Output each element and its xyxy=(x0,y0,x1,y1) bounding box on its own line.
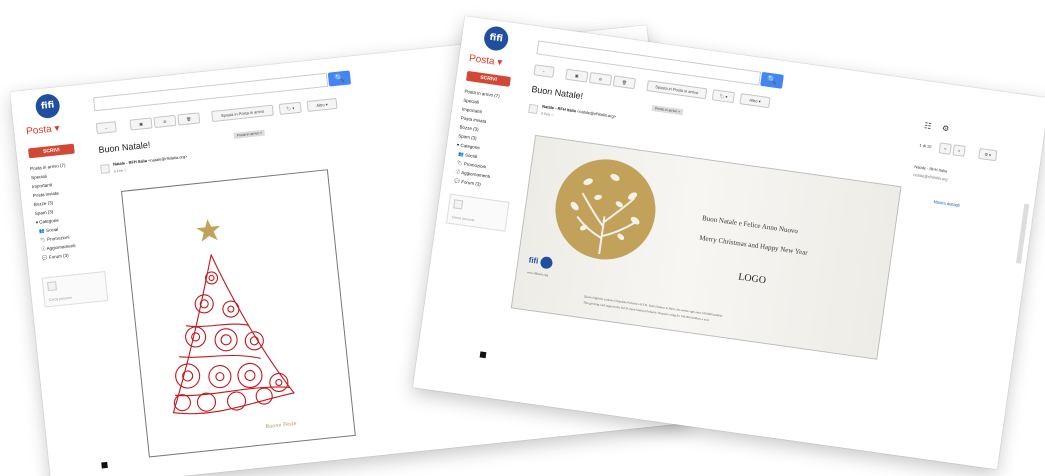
email-date: 8 Feb ☆ xyxy=(113,168,128,174)
app-menu[interactable]: Posta ▾ xyxy=(26,123,60,137)
sender-name[interactable]: Natale - RFH Italia <natale@rfhitalia.or… xyxy=(113,154,188,167)
scrollbar[interactable] xyxy=(1015,203,1030,264)
status-indicator xyxy=(101,461,108,469)
org-badge-icon xyxy=(539,255,554,270)
chat-search-input[interactable]: Cerca persone xyxy=(49,296,72,302)
search-icon: 🔍 xyxy=(333,73,345,83)
compose-button[interactable]: SCRIVI xyxy=(27,143,75,159)
report-spam-button[interactable]: ⊘ xyxy=(588,72,613,86)
chat-panel: Cerca persone xyxy=(445,193,510,232)
delete-button[interactable]: 🗑 xyxy=(177,112,201,126)
archive-button[interactable]: ▣ xyxy=(129,117,153,131)
sender-avatar xyxy=(100,164,111,174)
star-icon xyxy=(196,219,221,242)
forum-icon: 💬 xyxy=(454,178,461,184)
sender-avatar xyxy=(528,103,539,114)
chat-search-input[interactable]: Cerca persone xyxy=(452,215,475,222)
info-icon: ⓘ xyxy=(455,169,461,175)
search-icon: 🔍 xyxy=(766,74,778,86)
tag-icon: 🏷 xyxy=(39,237,47,243)
more-button[interactable]: Altro ▾ xyxy=(306,97,338,112)
greeting-english: Merry Christmas and Happy New Year xyxy=(698,233,809,257)
prev-button[interactable]: < xyxy=(938,142,952,155)
greeting-italian: Buon Natale e Felice Anno Nuovo xyxy=(701,214,799,236)
delete-button[interactable]: 🗑 xyxy=(612,75,636,90)
archive-button[interactable]: ▣ xyxy=(565,68,589,83)
left-nav: Posta in arrivo (7) Speciali Importanti … xyxy=(30,160,77,262)
compose-button[interactable]: SCRIVI xyxy=(465,70,511,87)
info-icon: ⓘ xyxy=(40,246,46,252)
labels-button[interactable]: 🏷 ▾ xyxy=(711,89,736,104)
status-indicator xyxy=(479,351,487,359)
inbox-label-tag[interactable]: Posta in arrivo × xyxy=(233,129,266,139)
next-button[interactable]: > xyxy=(952,144,966,157)
people-icon: 👥 xyxy=(457,151,465,158)
chat-avatar[interactable] xyxy=(453,199,464,210)
pager-count: 1 di 10 xyxy=(919,142,932,150)
move-to-inbox-button[interactable]: Sposta in Posta in arrivo xyxy=(646,80,708,100)
email-subject: Buon Natale! xyxy=(98,139,151,156)
search-button[interactable]: 🔍 xyxy=(327,70,352,87)
report-spam-button[interactable]: ⊘ xyxy=(153,114,177,129)
contact-email: natale@rfhitalia.org xyxy=(912,171,949,182)
app-menu[interactable]: Posta ▾ xyxy=(468,53,503,69)
christmas-tree-drawing xyxy=(172,219,295,415)
left-nav: Posta in arrivo (7) Speciali Importanti … xyxy=(451,87,501,190)
density-icon[interactable]: ☷ xyxy=(924,121,932,131)
christmas-greeting-card: Buon Natale e Felice Anno Nuovo Merry Ch… xyxy=(510,134,902,360)
app-logo[interactable]: fifi xyxy=(34,92,61,120)
app-logo[interactable]: fifi xyxy=(482,25,510,53)
golden-tree-emblem xyxy=(555,159,656,260)
email-date: 8 Feb ☆ xyxy=(540,111,555,118)
org-logo: fifi xyxy=(528,254,554,270)
card-logo-placeholder: LOGO xyxy=(737,271,767,287)
search-button[interactable]: 🔍 xyxy=(760,71,784,89)
chat-avatar[interactable] xyxy=(47,281,57,292)
move-to-inbox-button[interactable]: Sposta in Posta in arrivo xyxy=(211,104,274,123)
settings-button[interactable]: ⚙ ▾ xyxy=(978,147,998,162)
tag-icon: 🏷 xyxy=(456,160,464,167)
inbox-label-tag[interactable]: Posta in arrivo × xyxy=(651,104,684,116)
christmas-tree-card: Buone Feste xyxy=(120,169,356,458)
email-subject: Buon Natale! xyxy=(530,84,584,102)
chat-panel: Cerca persone xyxy=(41,271,109,308)
org-website: www.rfhitalia.org xyxy=(526,270,549,278)
forum-icon: 💬 xyxy=(41,254,48,261)
contact-details-link[interactable]: Mostra dettagli xyxy=(933,199,960,208)
back-button[interactable]: ← xyxy=(95,121,117,135)
labels-button[interactable]: 🏷 ▾ xyxy=(278,101,302,115)
back-button[interactable]: ← xyxy=(533,64,555,78)
more-button[interactable]: Altro ▾ xyxy=(739,93,771,109)
people-icon: 👥 xyxy=(38,228,46,234)
gear-icon[interactable]: ⚙ xyxy=(941,124,949,134)
